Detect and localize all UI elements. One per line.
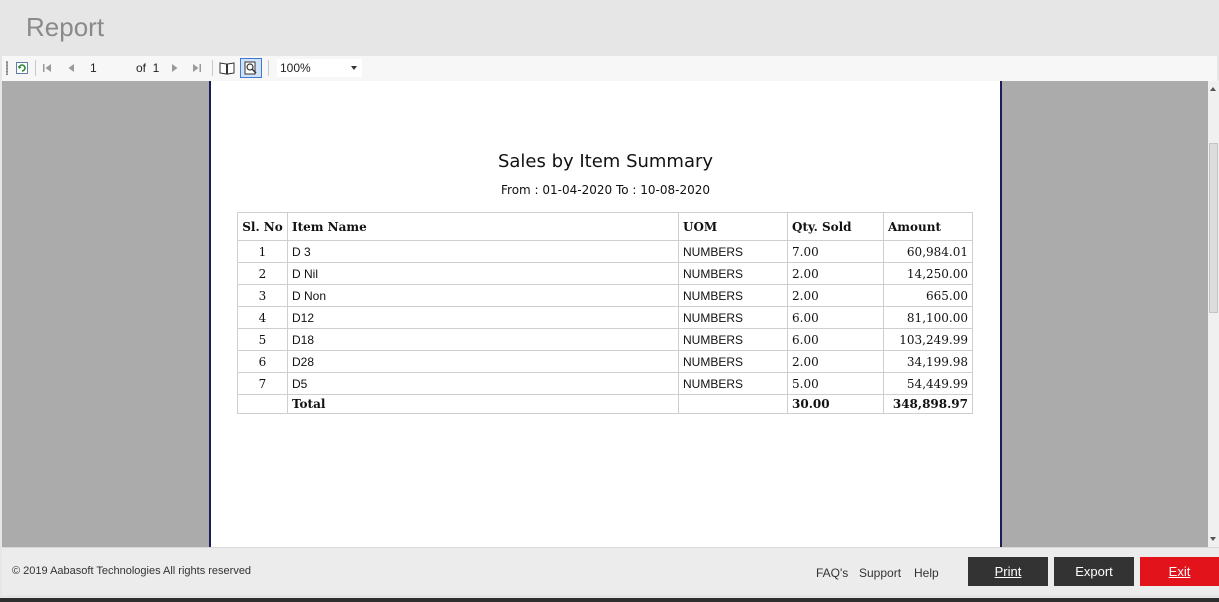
- page-setup-icon[interactable]: [240, 58, 262, 78]
- chevron-down-icon: [351, 66, 357, 70]
- cell-sl-no: 6: [237, 350, 288, 373]
- of-label: of: [135, 61, 146, 75]
- cell-item-name: D5: [287, 372, 679, 395]
- help-link[interactable]: Help: [914, 566, 939, 580]
- cell-item-name: D Non: [287, 284, 679, 307]
- scroll-down-icon[interactable]: [1210, 537, 1216, 541]
- copyright-text: © 2019 Aabasoft Technologies All rights …: [12, 565, 252, 577]
- cell-qty-sold: 2.00: [787, 350, 884, 373]
- cell-sl-no: 7: [237, 372, 288, 395]
- toolbar-separator: [212, 60, 213, 76]
- report-table: Sl. No Item Name UOM Qty. Sold Amount 1 …: [237, 212, 973, 414]
- next-page-icon[interactable]: [168, 59, 182, 77]
- cell-qty-sold: 6.00: [787, 306, 884, 329]
- print-layout-icon[interactable]: [218, 59, 236, 77]
- cell-amount: 103,249.99: [883, 328, 973, 351]
- table-row: 2 D Nil NUMBERS 2.00 14,250.00: [237, 262, 973, 285]
- cell-empty: [678, 394, 788, 414]
- toolbar-separator: [268, 60, 269, 76]
- total-label: Total: [287, 394, 679, 414]
- scroll-up-icon[interactable]: [1210, 87, 1216, 91]
- table-row: 7 D5 NUMBERS 5.00 54,449.99: [237, 372, 973, 395]
- column-header-sl-no: Sl. No: [237, 212, 288, 241]
- cell-item-name: D12: [287, 306, 679, 329]
- cell-amount: 34,199.98: [883, 350, 973, 373]
- table-row: 3 D Non NUMBERS 2.00 665.00: [237, 284, 973, 307]
- table-row: 5 D18 NUMBERS 6.00 103,249.99: [237, 328, 973, 351]
- last-page-icon[interactable]: [190, 59, 204, 77]
- print-button[interactable]: Print: [968, 557, 1048, 586]
- report-page: Sales by Item Summary From : 01-04-2020 …: [209, 81, 1002, 547]
- cell-uom: NUMBERS: [678, 328, 788, 351]
- column-header-qty-sold: Qty. Sold: [787, 212, 884, 241]
- window-bottom-edge: [0, 598, 1219, 602]
- faq-link[interactable]: FAQ's: [816, 566, 848, 580]
- zoom-value: 100%: [280, 61, 311, 75]
- cell-amount: 54,449.99: [883, 372, 973, 395]
- column-header-amount: Amount: [883, 212, 973, 241]
- refresh-icon[interactable]: [14, 59, 30, 77]
- cell-sl-no: 2: [237, 262, 288, 285]
- cell-uom: NUMBERS: [678, 372, 788, 395]
- cell-amount: 14,250.00: [883, 262, 973, 285]
- report-window: Report of 1: [0, 0, 1219, 602]
- column-header-uom: UOM: [678, 212, 788, 241]
- zoom-select[interactable]: 100%: [277, 59, 362, 77]
- exit-button[interactable]: Exit: [1140, 557, 1219, 586]
- cell-uom: NUMBERS: [678, 306, 788, 329]
- cell-item-name: D18: [287, 328, 679, 351]
- cell-item-name: D Nil: [287, 262, 679, 285]
- cell-uom: NUMBERS: [678, 262, 788, 285]
- total-qty: 30.00: [787, 394, 884, 414]
- cell-qty-sold: 2.00: [787, 262, 884, 285]
- cell-amount: 665.00: [883, 284, 973, 307]
- vertical-scrollbar[interactable]: [1208, 81, 1219, 547]
- cell-sl-no: 4: [237, 306, 288, 329]
- table-row: 6 D28 NUMBERS 2.00 34,199.98: [237, 350, 973, 373]
- cell-uom: NUMBERS: [678, 284, 788, 307]
- report-date-range: From : 01-04-2020 To : 10-08-2020: [501, 183, 710, 197]
- cell-sl-no: 5: [237, 328, 288, 351]
- window-title: Report: [26, 12, 105, 42]
- cell-qty-sold: 6.00: [787, 328, 884, 351]
- previous-page-icon[interactable]: [64, 59, 78, 77]
- toolbar-separator: [35, 60, 36, 76]
- support-link[interactable]: Support: [859, 566, 901, 580]
- current-page-input[interactable]: [88, 59, 132, 76]
- total-amount: 348,898.97: [883, 394, 973, 414]
- cell-item-name: D28: [287, 350, 679, 373]
- report-toolbar: of 1: [2, 56, 1217, 82]
- cell-qty-sold: 7.00: [787, 240, 884, 263]
- table-row: 1 D 3 NUMBERS 7.00 60,984.01: [237, 240, 973, 263]
- export-button[interactable]: Export: [1054, 557, 1134, 586]
- table-total-row: Total 30.00 348,898.97: [237, 394, 973, 414]
- scrollbar-thumb[interactable]: [1209, 143, 1218, 313]
- cell-amount: 81,100.00: [883, 306, 973, 329]
- toolbar-grip: [6, 61, 8, 75]
- table-row: 4 D12 NUMBERS 6.00 81,100.00: [237, 306, 973, 329]
- column-header-item-name: Item Name: [287, 212, 679, 241]
- cell-amount: 60,984.01: [883, 240, 973, 263]
- table-header-row: Sl. No Item Name UOM Qty. Sold Amount: [237, 212, 973, 241]
- cell-item-name: D 3: [287, 240, 679, 263]
- cell-empty: [237, 394, 288, 414]
- cell-sl-no: 3: [237, 284, 288, 307]
- cell-uom: NUMBERS: [678, 240, 788, 263]
- total-pages: 1: [152, 61, 160, 75]
- cell-qty-sold: 5.00: [787, 372, 884, 395]
- first-page-icon[interactable]: [40, 59, 54, 77]
- footer-bar: © 2019 Aabasoft Technologies All rights …: [2, 547, 1219, 595]
- cell-sl-no: 1: [237, 240, 288, 263]
- cell-qty-sold: 2.00: [787, 284, 884, 307]
- report-title: Sales by Item Summary: [497, 151, 714, 172]
- title-bar: Report: [0, 0, 1219, 56]
- cell-uom: NUMBERS: [678, 350, 788, 373]
- report-viewer[interactable]: Sales by Item Summary From : 01-04-2020 …: [2, 81, 1208, 547]
